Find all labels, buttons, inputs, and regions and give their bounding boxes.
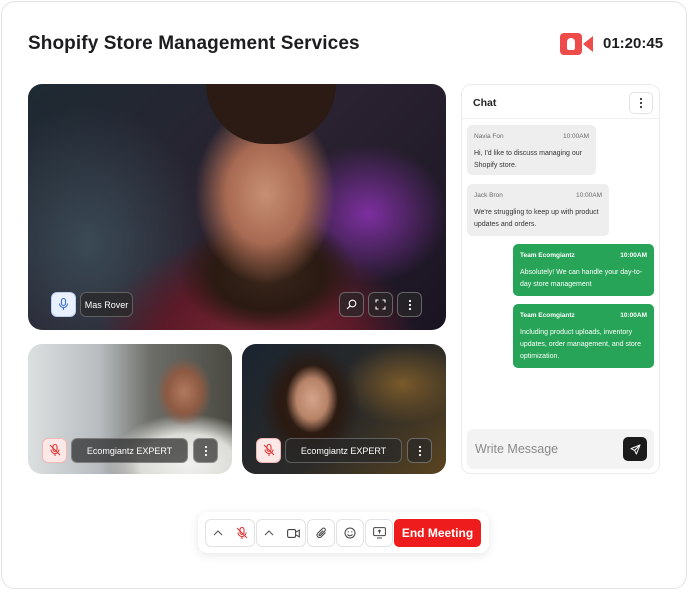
participant-video-tile: Ecomgiantz EXPERT (242, 344, 446, 474)
more-vertical-icon[interactable] (193, 438, 218, 463)
message-text: We're struggling to keep up with product… (474, 209, 599, 228)
fullscreen-icon[interactable] (368, 292, 393, 317)
message-text: Hi, I'd like to discuss managing our Sho… (474, 150, 582, 169)
message-time: 10:00AM (620, 252, 647, 259)
message-sender: Team Ecomgiantz (520, 312, 575, 319)
participant-video-tile: Ecomgiantz EXPERT (28, 344, 232, 474)
message-time: 10:00AM (620, 312, 647, 319)
zoom-icon[interactable] (339, 292, 364, 317)
message-composer (467, 429, 654, 469)
more-vertical-icon[interactable] (397, 292, 422, 317)
call-timer: 01:20:45 (603, 35, 664, 52)
end-meeting-button[interactable]: End Meeting (394, 519, 481, 547)
chat-title: Chat (473, 97, 497, 109)
chevron-up-icon[interactable] (206, 520, 230, 546)
page-title: Shopify Store Management Services (28, 33, 360, 54)
mic-off-icon[interactable] (42, 438, 67, 463)
emoji-icon[interactable] (336, 519, 364, 547)
chat-message: Team Ecomgiantz 10:00AM Including product… (513, 304, 654, 368)
message-text: Absolutely! We can handle your day-to-da… (520, 269, 643, 288)
chat-panel: Chat Navia Fon 10:00AM Hi, I'd like to di… (461, 84, 660, 474)
screen-share-icon[interactable] (365, 519, 393, 547)
send-icon[interactable] (623, 437, 647, 461)
message-sender: Team Ecomgiantz (520, 252, 575, 259)
more-vertical-icon[interactable] (407, 438, 432, 463)
message-time: 10:00AM (562, 133, 589, 140)
camera-icon[interactable] (281, 520, 305, 546)
message-sender: Navia Fon (474, 133, 504, 140)
divider (462, 118, 659, 119)
mic-off-icon[interactable] (256, 438, 281, 463)
message-sender: Jack Bron (474, 192, 503, 199)
camera-control-group (256, 519, 306, 547)
chat-message: Team Ecomgiantz 10:00AM Absolutely! We ca… (513, 244, 654, 296)
participant-name: Mas Rover (80, 292, 133, 317)
chevron-up-icon[interactable] (257, 520, 281, 546)
mic-off-icon[interactable] (230, 520, 254, 546)
participant-name: Ecomgiantz EXPERT (285, 438, 402, 463)
chat-message: Jack Bron 10:00AM We're struggling to kee… (467, 184, 609, 236)
participant-name: Ecomgiantz EXPERT (71, 438, 188, 463)
video-record-icon (560, 33, 594, 55)
message-text: Including product uploads, inventory upd… (520, 329, 642, 360)
chat-message: Navia Fon 10:00AM Hi, I'd like to discuss… (467, 125, 596, 175)
attachment-icon[interactable] (307, 519, 335, 547)
participant-video (206, 84, 336, 144)
more-vertical-icon[interactable] (629, 92, 653, 114)
mic-on-icon[interactable] (51, 292, 76, 317)
main-video-tile: Mas Rover (28, 84, 446, 330)
mic-control-group (205, 519, 255, 547)
message-time: 10:00AM (575, 192, 602, 199)
message-input[interactable] (475, 440, 615, 458)
meeting-toolbar: End Meeting (198, 512, 489, 553)
